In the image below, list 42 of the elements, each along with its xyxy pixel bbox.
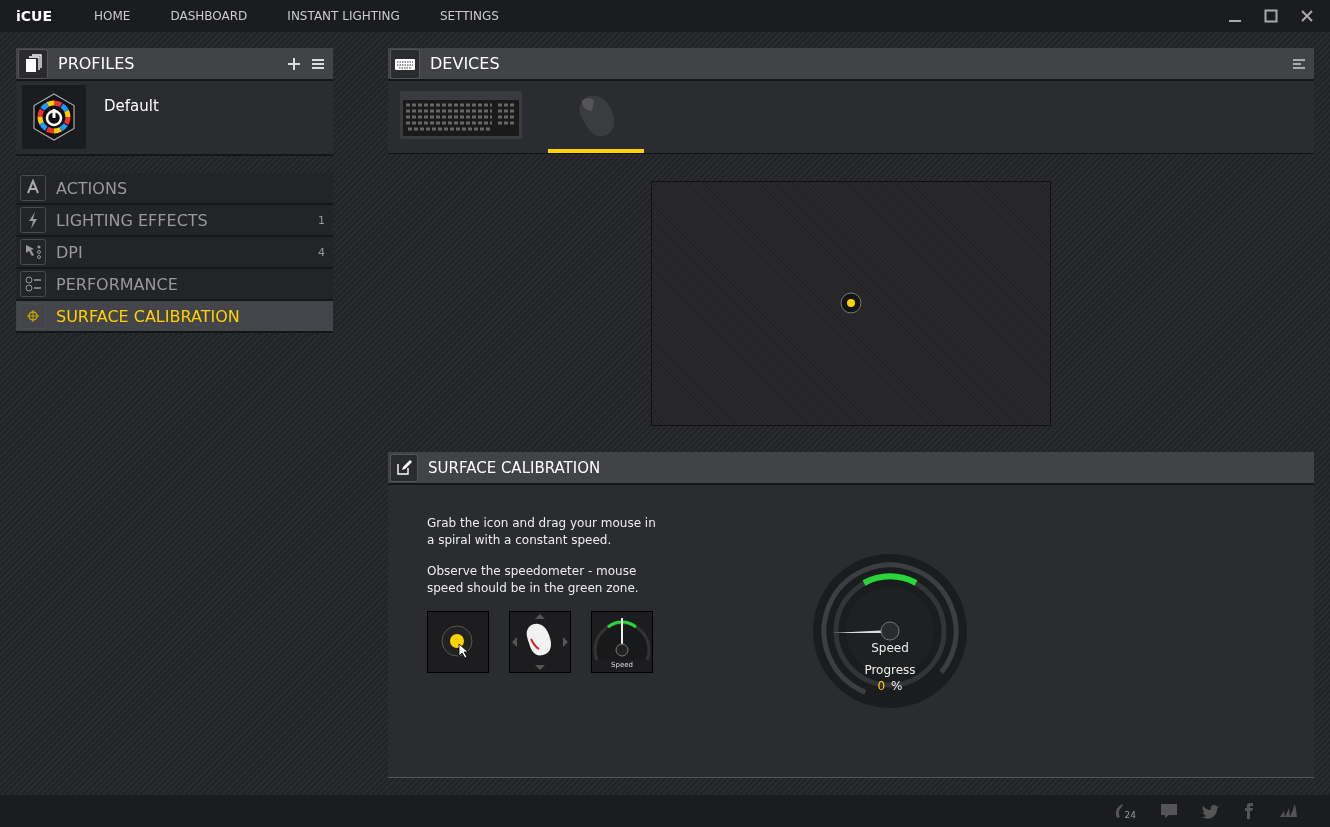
keyboard-icon xyxy=(390,48,420,79)
letter-a-icon xyxy=(20,175,46,201)
item-count: 1 xyxy=(318,213,325,227)
mouse-arrows-icon xyxy=(509,611,571,673)
item-count: 4 xyxy=(318,245,325,259)
hexagon-logo-icon xyxy=(22,85,86,149)
menu-item[interactable]: LIGHTING EFFECTS 1 xyxy=(16,205,333,237)
profiles-icon xyxy=(18,48,48,79)
nav-tab[interactable]: HOME xyxy=(94,9,131,23)
progress-value: 0 xyxy=(877,679,886,693)
app-logo: iCUE xyxy=(16,8,52,24)
target-handle-icon[interactable] xyxy=(840,292,862,314)
support-hours-label: 24 xyxy=(1124,810,1136,820)
edit-icon xyxy=(390,453,418,482)
keyboard-icon xyxy=(400,91,522,139)
profile-item[interactable]: Default xyxy=(16,81,333,156)
profiles-title: PROFILES xyxy=(58,54,135,73)
lightning-icon xyxy=(20,207,46,233)
menu-item[interactable]: ACTIONS xyxy=(16,173,333,205)
percent-sign: % xyxy=(891,679,903,693)
pointer-dots-icon xyxy=(20,239,46,265)
instruction-text: Grab the icon and drag your mouse in a spiral with a constant speed. xyxy=(427,515,657,549)
list-menu-icon[interactable] xyxy=(1292,57,1306,70)
add-icon[interactable] xyxy=(287,56,301,71)
instruction-text: Observe the speedometer - mouse speed should be in the green zone. xyxy=(427,563,640,597)
progress-label: Progress xyxy=(864,663,916,677)
menu-icon[interactable] xyxy=(311,56,325,71)
close-icon[interactable] xyxy=(1300,9,1314,23)
nav-tab[interactable]: DASHBOARD xyxy=(170,9,248,23)
nav-tab[interactable]: INSTANT LIGHTING xyxy=(287,9,400,23)
menu-item[interactable]: DPI 4 xyxy=(16,237,333,269)
crosshair-icon xyxy=(20,303,46,329)
calibration-title: SURFACE CALIBRATION xyxy=(428,458,601,477)
drag-handle-icon xyxy=(427,611,489,673)
menu-item[interactable]: PERFORMANCE xyxy=(16,269,333,301)
profile-name: Default xyxy=(104,97,159,115)
speed-label: Speed xyxy=(871,641,909,655)
maximize-icon[interactable] xyxy=(1264,9,1278,23)
toggles-icon xyxy=(20,271,46,297)
menu-item[interactable]: SURFACE CALIBRATION xyxy=(16,301,333,333)
devices-title: DEVICES xyxy=(430,54,500,73)
nav-tab[interactable]: SETTINGS xyxy=(439,9,499,23)
